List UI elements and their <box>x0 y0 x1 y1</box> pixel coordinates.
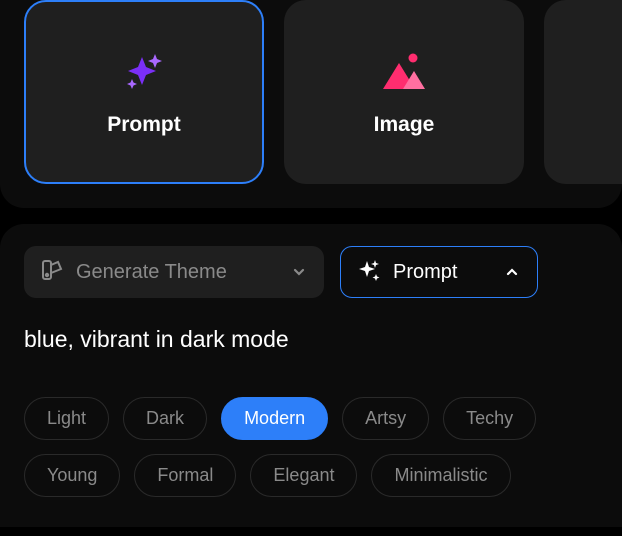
mode-card-prompt[interactable]: Prompt <box>24 0 264 184</box>
sparkle-icon <box>122 47 166 95</box>
mode-card-label: Image <box>374 113 435 137</box>
dropdown-row: Generate Theme Prompt <box>24 246 598 298</box>
style-chips: Light Dark Modern Artsy Techy Young Form… <box>24 397 598 497</box>
chevron-up-icon <box>503 263 521 281</box>
image-mountain-icon <box>379 47 429 95</box>
swatch-icon <box>40 258 64 287</box>
mode-card-image[interactable]: Image <box>284 0 524 184</box>
chip-formal[interactable]: Formal <box>134 454 236 497</box>
mode-dropdown[interactable]: Prompt <box>340 246 538 298</box>
prompt-config-panel: Generate Theme Prompt <box>0 224 622 527</box>
chip-elegant[interactable]: Elegant <box>250 454 357 497</box>
sparkle-icon <box>357 258 381 287</box>
mode-selector-panel: Prompt Image URL <box>0 0 622 208</box>
dropdown-label: Prompt <box>393 261 457 284</box>
dropdown-label: Generate Theme <box>76 261 227 284</box>
chip-artsy[interactable]: Artsy <box>342 397 429 440</box>
chip-minimalistic[interactable]: Minimalistic <box>371 454 510 497</box>
mode-card-url[interactable]: URL <box>544 0 622 184</box>
chip-techy[interactable]: Techy <box>443 397 536 440</box>
chip-dark[interactable]: Dark <box>123 397 207 440</box>
chip-modern[interactable]: Modern <box>221 397 328 440</box>
mode-card-label: Prompt <box>107 113 181 137</box>
chip-light[interactable]: Light <box>24 397 109 440</box>
generate-theme-dropdown[interactable]: Generate Theme <box>24 246 324 298</box>
chip-young[interactable]: Young <box>24 454 120 497</box>
prompt-text[interactable]: blue, vibrant in dark mode <box>24 326 598 353</box>
chevron-down-icon <box>290 263 308 281</box>
